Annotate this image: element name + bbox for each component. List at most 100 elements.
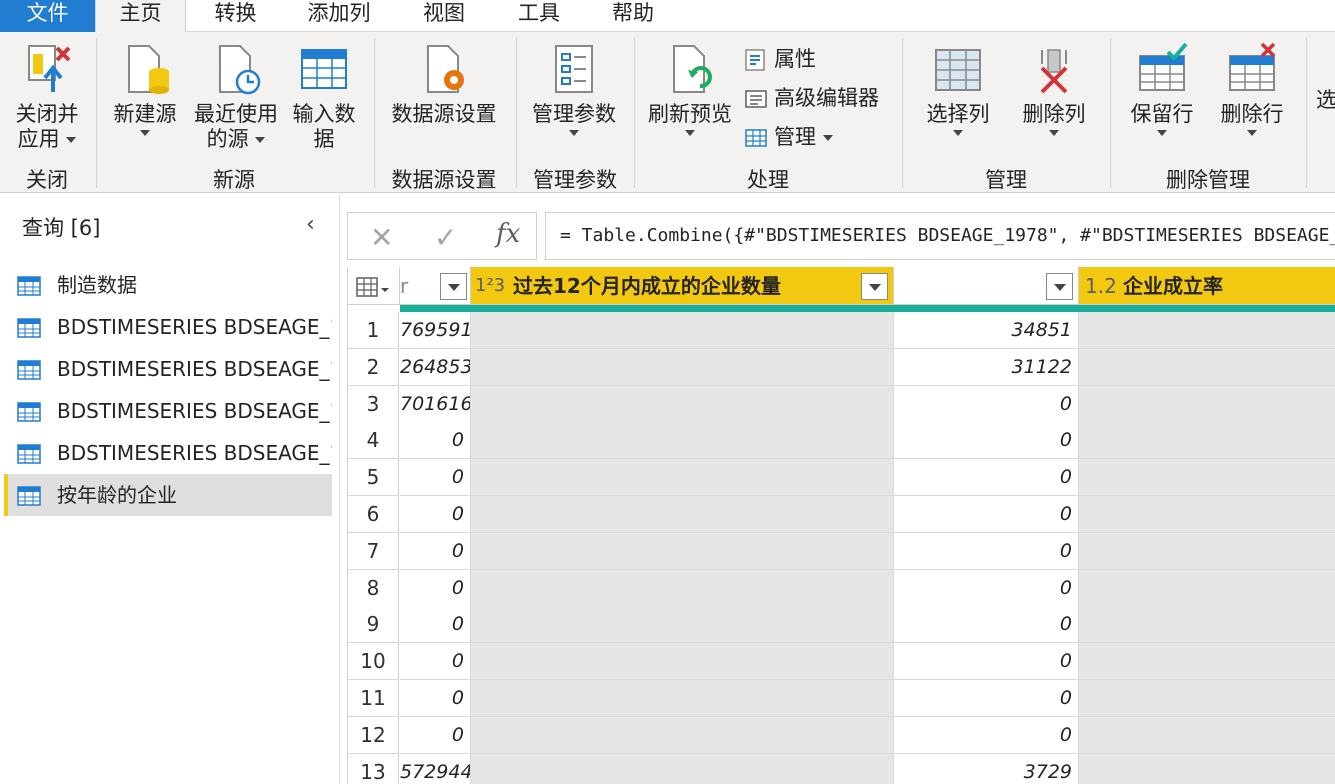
- row-number[interactable]: 2: [348, 348, 399, 386]
- column-header-0[interactable]: r: [400, 267, 471, 305]
- data-source-settings-button[interactable]: 数据源设置: [386, 42, 502, 127]
- whole-number-type-icon[interactable]: 1²3: [475, 267, 505, 304]
- table-cell[interactable]: [1079, 312, 1335, 349]
- row-number[interactable]: 1: [348, 312, 399, 349]
- new-source-button[interactable]: 新建源: [108, 42, 182, 143]
- decimal-type-icon[interactable]: 1.2: [1085, 267, 1117, 304]
- table-cell[interactable]: [471, 569, 894, 607]
- row-number[interactable]: 7: [348, 532, 399, 570]
- confirm-formula-icon[interactable]: ✓: [434, 221, 457, 254]
- table-cell[interactable]: [471, 532, 894, 570]
- table-cell[interactable]: [471, 716, 894, 754]
- properties-button[interactable]: 属性: [744, 46, 816, 72]
- table-cell[interactable]: 0: [894, 532, 1079, 570]
- cut-off-ribbon-button[interactable]: 选: [1316, 88, 1335, 113]
- table-cell[interactable]: [1079, 643, 1335, 681]
- tab-home[interactable]: 主页: [95, 0, 186, 33]
- row-number[interactable]: 3: [348, 385, 399, 423]
- table-cell[interactable]: 0: [400, 496, 471, 533]
- table-cell[interactable]: [471, 496, 894, 533]
- table-cell[interactable]: 0: [400, 643, 471, 681]
- table-cell[interactable]: 0: [894, 606, 1079, 644]
- table-cell[interactable]: [1079, 385, 1335, 423]
- tab-add-column[interactable]: 添加列: [298, 0, 380, 32]
- table-cell[interactable]: 0: [400, 716, 471, 754]
- advanced-editor-button[interactable]: 高级编辑器: [744, 85, 879, 111]
- table-cell[interactable]: 264853: [400, 348, 471, 386]
- table-cell[interactable]: 0: [400, 569, 471, 607]
- table-cell[interactable]: 0: [894, 680, 1079, 717]
- table-cell[interactable]: 0: [400, 680, 471, 717]
- tab-tools[interactable]: 工具: [506, 0, 572, 32]
- query-item[interactable]: 制造数据: [4, 264, 332, 306]
- remove-columns-button[interactable]: 删除列: [1014, 42, 1094, 143]
- table-cell[interactable]: 0: [894, 643, 1079, 681]
- table-cell[interactable]: [1079, 496, 1335, 533]
- table-cell[interactable]: [471, 680, 894, 717]
- keep-rows-button[interactable]: 保留行: [1124, 42, 1200, 143]
- column-header-2[interactable]: [894, 267, 1079, 305]
- table-cell[interactable]: 0: [400, 532, 471, 570]
- query-item[interactable]: BDSTIMESERIES BDSEAGE_1...: [4, 306, 332, 348]
- collapse-pane-chevron-icon[interactable]: ‹: [306, 212, 315, 237]
- table-cell[interactable]: [1079, 348, 1335, 386]
- remove-rows-button[interactable]: 删除行: [1214, 42, 1290, 143]
- table-cell[interactable]: 0: [894, 496, 1079, 533]
- table-cell[interactable]: [1079, 680, 1335, 717]
- table-cell[interactable]: [1079, 569, 1335, 607]
- choose-columns-button[interactable]: 选择列: [918, 42, 998, 143]
- query-item[interactable]: BDSTIMESERIES BDSEAGE_1...: [4, 348, 332, 390]
- recent-sources-button[interactable]: 最近使用 的源: [190, 42, 282, 152]
- tab-help[interactable]: 帮助: [600, 0, 666, 32]
- refresh-preview-button[interactable]: 刷新预览: [644, 42, 736, 143]
- table-cell[interactable]: 0: [894, 459, 1079, 497]
- column-filter-dropdown-0[interactable]: [440, 273, 467, 300]
- table-cell[interactable]: 0: [400, 606, 471, 644]
- table-cell[interactable]: 34851: [894, 312, 1079, 349]
- row-number[interactable]: 11: [348, 680, 399, 717]
- table-cell[interactable]: 5729442: [400, 753, 471, 784]
- tab-file[interactable]: 文件: [0, 0, 95, 32]
- row-number[interactable]: 10: [348, 643, 399, 681]
- close-apply-button[interactable]: 关闭并 应用: [8, 42, 86, 152]
- row-number[interactable]: 6: [348, 496, 399, 533]
- row-number[interactable]: 9: [348, 606, 399, 644]
- enter-data-button[interactable]: 输入数 据: [288, 42, 360, 152]
- table-cell[interactable]: 0: [894, 569, 1079, 607]
- row-number[interactable]: 13: [348, 753, 399, 784]
- table-cell[interactable]: [1079, 716, 1335, 754]
- column-filter-dropdown-1[interactable]: [861, 273, 888, 300]
- table-cell[interactable]: 7695911: [400, 312, 471, 349]
- row-number[interactable]: 5: [348, 459, 399, 497]
- table-cell[interactable]: [471, 422, 894, 460]
- table-cell[interactable]: [471, 348, 894, 386]
- table-cell[interactable]: [471, 643, 894, 681]
- table-cell[interactable]: 31122: [894, 348, 1079, 386]
- row-number[interactable]: 12: [348, 716, 399, 754]
- table-cell[interactable]: 3729: [894, 753, 1079, 784]
- table-cell[interactable]: [471, 459, 894, 497]
- table-cell[interactable]: 701616: [400, 385, 471, 423]
- query-item[interactable]: BDSTIMESERIES BDSEAGE_1...: [4, 432, 332, 474]
- query-item[interactable]: 按年龄的企业: [4, 474, 332, 516]
- table-cell[interactable]: [1079, 532, 1335, 570]
- column-header-1[interactable]: 1²3 过去12个月内成立的企业数量: [471, 267, 894, 305]
- table-cell[interactable]: 0: [400, 459, 471, 497]
- table-cell[interactable]: 0: [894, 385, 1079, 423]
- fx-icon[interactable]: fx: [496, 219, 520, 249]
- cancel-formula-icon[interactable]: ✕: [370, 221, 393, 254]
- table-cell[interactable]: [471, 606, 894, 644]
- table-cell[interactable]: [1079, 459, 1335, 497]
- row-number[interactable]: 4: [348, 422, 399, 460]
- tab-view[interactable]: 视图: [414, 0, 474, 32]
- table-cell[interactable]: [1079, 606, 1335, 644]
- table-cell[interactable]: 0: [894, 716, 1079, 754]
- table-cell[interactable]: [1079, 753, 1335, 784]
- column-filter-dropdown-2[interactable]: [1046, 273, 1073, 300]
- manage-parameters-button[interactable]: 管理参数: [526, 42, 622, 143]
- table-cell[interactable]: [471, 753, 894, 784]
- table-cell[interactable]: [471, 312, 894, 349]
- row-number[interactable]: 8: [348, 569, 399, 607]
- column-header-3[interactable]: 1.2 企业成立率: [1079, 267, 1335, 305]
- query-item[interactable]: BDSTIMESERIES BDSEAGE_1...: [4, 390, 332, 432]
